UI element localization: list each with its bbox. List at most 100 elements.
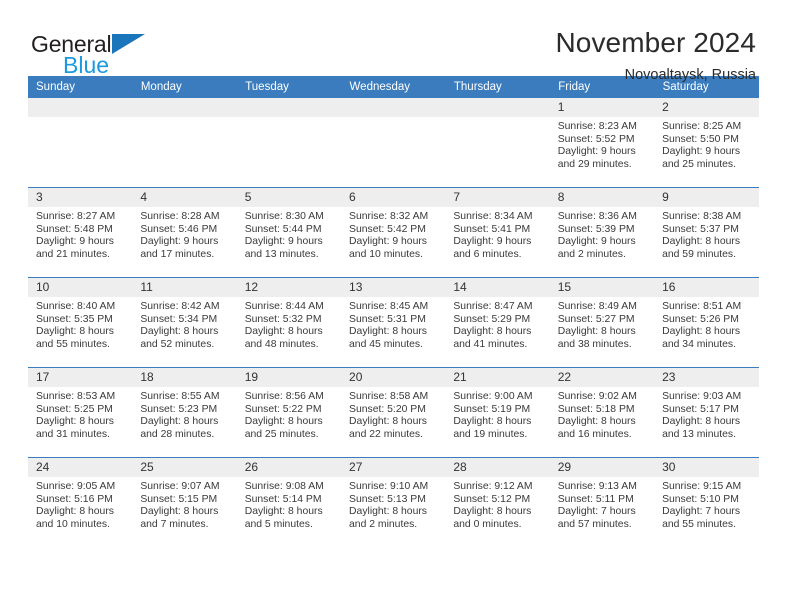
- calendar-day-cell[interactable]: 27 Sunrise: 9:10 AM Sunset: 5:13 PM Dayligh…: [341, 457, 446, 547]
- calendar-day-cell[interactable]: 24 Sunrise: 9:05 AM Sunset: 5:16 PM Dayligh…: [28, 457, 133, 547]
- weekday-header-monday: Monday: [132, 76, 238, 98]
- day-details: Sunrise: 8:47 AM Sunset: 5:29 PM Daylight:…: [445, 297, 549, 351]
- calendar-day-cell[interactable]: 7 Sunrise: 8:34 AM Sunset: 5:41 PM Daylight…: [445, 187, 550, 278]
- calendar-day-cell[interactable]: 6 Sunrise: 8:32 AM Sunset: 5:42 PM Daylight…: [341, 187, 446, 278]
- day-cell-inner: 8 Sunrise: 8:36 AM Sunset: 5:39 PM Daylight…: [549, 188, 655, 277]
- calendar-day-cell[interactable]: 29 Sunrise: 9:13 AM Sunset: 5:11 PM Dayligh…: [549, 457, 655, 547]
- calendar-day-cell[interactable]: 11 Sunrise: 8:42 AM Sunset: 5:34 PM Dayligh…: [132, 277, 237, 368]
- day-details: Sunrise: 9:10 AM Sunset: 5:13 PM Daylight:…: [341, 477, 445, 531]
- daylight-duration-line1: Daylight: 8 hours: [662, 326, 741, 338]
- day-cell-inner: 10 Sunrise: 8:40 AM Sunset: 5:35 PM Dayligh…: [28, 278, 133, 367]
- logo-text-blue: Blue: [63, 52, 110, 78]
- daylight-duration-line1: Daylight: 9 hours: [453, 236, 532, 248]
- calendar-day-cell[interactable]: 3 Sunrise: 8:27 AM Sunset: 5:48 PM Daylight…: [28, 187, 133, 278]
- calendar-empty-cell: [236, 98, 342, 188]
- day-number: 7: [445, 188, 550, 207]
- calendar-week-row: 1 Sunrise: 8:23 AM Sunset: 5:52 PM Daylight…: [28, 98, 759, 188]
- day-details: Sunrise: 8:56 AM Sunset: 5:22 PM Daylight:…: [237, 387, 341, 441]
- day-cell-inner: 14 Sunrise: 8:47 AM Sunset: 5:29 PM Dayligh…: [445, 278, 550, 367]
- calendar-day-cell[interactable]: 19 Sunrise: 8:56 AM Sunset: 5:22 PM Dayligh…: [236, 367, 342, 458]
- day-cell-inner: 15 Sunrise: 8:49 AM Sunset: 5:27 PM Dayligh…: [549, 278, 655, 367]
- sunset-time: Sunset: 5:16 PM: [36, 493, 113, 505]
- day-cell-inner: 3 Sunrise: 8:27 AM Sunset: 5:48 PM Daylight…: [28, 188, 133, 277]
- day-cell-inner: 19 Sunrise: 8:56 AM Sunset: 5:22 PM Dayligh…: [236, 368, 342, 457]
- calendar-day-cell[interactable]: 5 Sunrise: 8:30 AM Sunset: 5:44 PM Daylight…: [236, 187, 342, 278]
- daylight-duration-line2: and 0 minutes.: [453, 518, 522, 530]
- calendar-day-cell[interactable]: 14 Sunrise: 8:47 AM Sunset: 5:29 PM Dayligh…: [445, 277, 550, 368]
- sunset-time: Sunset: 5:29 PM: [453, 313, 531, 325]
- calendar-day-cell[interactable]: 23 Sunrise: 9:03 AM Sunset: 5:17 PM Dayligh…: [654, 367, 759, 458]
- calendar-day-cell[interactable]: 10 Sunrise: 8:40 AM Sunset: 5:35 PM Dayligh…: [28, 277, 133, 368]
- day-details: [237, 117, 341, 121]
- day-details: Sunrise: 9:05 AM Sunset: 5:16 PM Daylight:…: [28, 477, 132, 531]
- day-cell-inner: 2 Sunrise: 8:25 AM Sunset: 5:50 PM Daylight…: [654, 98, 759, 187]
- day-number: [341, 98, 446, 117]
- sunset-time: Sunset: 5:27 PM: [557, 313, 635, 325]
- sunrise-time: Sunrise: 9:00 AM: [453, 391, 533, 402]
- calendar-day-cell[interactable]: 4 Sunrise: 8:28 AM Sunset: 5:46 PM Daylight…: [132, 187, 237, 278]
- daylight-duration-line2: and 22 minutes.: [349, 428, 423, 440]
- calendar-day-cell[interactable]: 21 Sunrise: 9:00 AM Sunset: 5:19 PM Dayligh…: [445, 367, 550, 458]
- sunrise-time: Sunrise: 8:32 AM: [349, 211, 429, 222]
- daylight-duration-line1: Daylight: 8 hours: [140, 326, 219, 338]
- calendar-day-cell[interactable]: 16 Sunrise: 8:51 AM Sunset: 5:26 PM Dayligh…: [654, 277, 759, 368]
- day-number: 21: [445, 368, 550, 387]
- sunset-time: Sunset: 5:42 PM: [349, 223, 426, 235]
- calendar-day-cell[interactable]: 25 Sunrise: 9:07 AM Sunset: 5:15 PM Dayligh…: [132, 457, 237, 547]
- day-number: 6: [341, 188, 446, 207]
- sunrise-time: Sunrise: 9:05 AM: [36, 481, 116, 492]
- day-details: Sunrise: 8:45 AM Sunset: 5:31 PM Daylight:…: [341, 297, 445, 351]
- calendar-day-cell[interactable]: 15 Sunrise: 8:49 AM Sunset: 5:27 PM Dayligh…: [549, 277, 655, 368]
- weekday-header-tuesday: Tuesday: [236, 76, 342, 98]
- day-details: [132, 117, 236, 121]
- day-cell-inner: 1 Sunrise: 8:23 AM Sunset: 5:52 PM Daylight…: [549, 98, 655, 187]
- daylight-duration-line1: Daylight: 8 hours: [244, 326, 323, 338]
- day-details: Sunrise: 8:28 AM Sunset: 5:46 PM Daylight:…: [132, 207, 236, 261]
- daylight-duration-line1: Daylight: 8 hours: [36, 416, 114, 428]
- daylight-duration-line1: Daylight: 8 hours: [36, 506, 114, 518]
- calendar-day-cell[interactable]: 28 Sunrise: 9:12 AM Sunset: 5:12 PM Dayligh…: [445, 457, 550, 547]
- calendar-day-cell[interactable]: 12 Sunrise: 8:44 AM Sunset: 5:32 PM Dayligh…: [236, 277, 342, 368]
- day-number: 29: [549, 458, 655, 477]
- day-number: 19: [236, 368, 342, 387]
- calendar-day-cell[interactable]: 1 Sunrise: 8:23 AM Sunset: 5:52 PM Daylight…: [549, 98, 655, 188]
- daylight-duration-line2: and 10 minutes.: [36, 518, 110, 530]
- day-cell-inner: 13 Sunrise: 8:45 AM Sunset: 5:31 PM Dayligh…: [341, 278, 446, 367]
- day-details: Sunrise: 9:07 AM Sunset: 5:15 PM Daylight:…: [132, 477, 236, 531]
- day-number: 25: [132, 458, 237, 477]
- sunrise-time: Sunrise: 8:30 AM: [244, 211, 324, 222]
- calendar-day-cell[interactable]: 8 Sunrise: 8:36 AM Sunset: 5:39 PM Daylight…: [549, 187, 655, 278]
- day-details: Sunrise: 8:49 AM Sunset: 5:27 PM Daylight:…: [550, 297, 654, 351]
- day-number: 12: [236, 278, 342, 297]
- sunrise-time: Sunrise: 8:55 AM: [140, 391, 220, 402]
- sunset-time: Sunset: 5:23 PM: [140, 403, 218, 415]
- sunset-time: Sunset: 5:41 PM: [453, 223, 531, 235]
- calendar-day-cell[interactable]: 20 Sunrise: 8:58 AM Sunset: 5:20 PM Dayligh…: [341, 367, 446, 458]
- daylight-duration-line2: and 34 minutes.: [662, 338, 736, 350]
- sunset-time: Sunset: 5:39 PM: [557, 223, 635, 235]
- general-blue-logo[interactable]: General Blue: [31, 26, 146, 78]
- calendar-day-cell[interactable]: 18 Sunrise: 8:55 AM Sunset: 5:23 PM Dayligh…: [132, 367, 237, 458]
- daylight-duration-line2: and 55 minutes.: [36, 338, 110, 350]
- day-number: 8: [549, 188, 655, 207]
- blue-triangle-icon: [112, 34, 146, 54]
- day-details: Sunrise: 9:13 AM Sunset: 5:11 PM Daylight:…: [550, 477, 654, 531]
- daylight-duration-line1: Daylight: 9 hours: [36, 236, 114, 248]
- calendar-day-cell[interactable]: 17 Sunrise: 8:53 AM Sunset: 5:25 PM Dayligh…: [28, 367, 133, 458]
- calendar-day-cell[interactable]: 2 Sunrise: 8:25 AM Sunset: 5:50 PM Daylight…: [654, 98, 759, 188]
- calendar-day-cell[interactable]: 26 Sunrise: 9:08 AM Sunset: 5:14 PM Dayligh…: [236, 457, 342, 547]
- calendar-day-cell[interactable]: 13 Sunrise: 8:45 AM Sunset: 5:31 PM Dayligh…: [341, 277, 446, 368]
- day-number: [28, 98, 133, 117]
- day-cell-inner: 7 Sunrise: 8:34 AM Sunset: 5:41 PM Daylight…: [445, 188, 550, 277]
- daylight-duration-line2: and 17 minutes.: [140, 248, 215, 260]
- calendar-day-cell[interactable]: 22 Sunrise: 9:02 AM Sunset: 5:18 PM Dayligh…: [549, 367, 655, 458]
- day-number: 16: [654, 278, 759, 297]
- page-title: November 2024: [555, 27, 756, 58]
- calendar-day-cell[interactable]: 9 Sunrise: 8:38 AM Sunset: 5:37 PM Daylight…: [654, 187, 759, 278]
- day-details: [28, 117, 132, 121]
- calendar-empty-cell: [445, 98, 550, 188]
- sunrise-time: Sunrise: 9:08 AM: [244, 481, 324, 492]
- calendar-day-cell[interactable]: 30 Sunrise: 9:15 AM Sunset: 5:10 PM Dayligh…: [654, 457, 759, 547]
- sunrise-time: Sunrise: 8:42 AM: [140, 301, 220, 312]
- sunrise-time: Sunrise: 8:44 AM: [244, 301, 324, 312]
